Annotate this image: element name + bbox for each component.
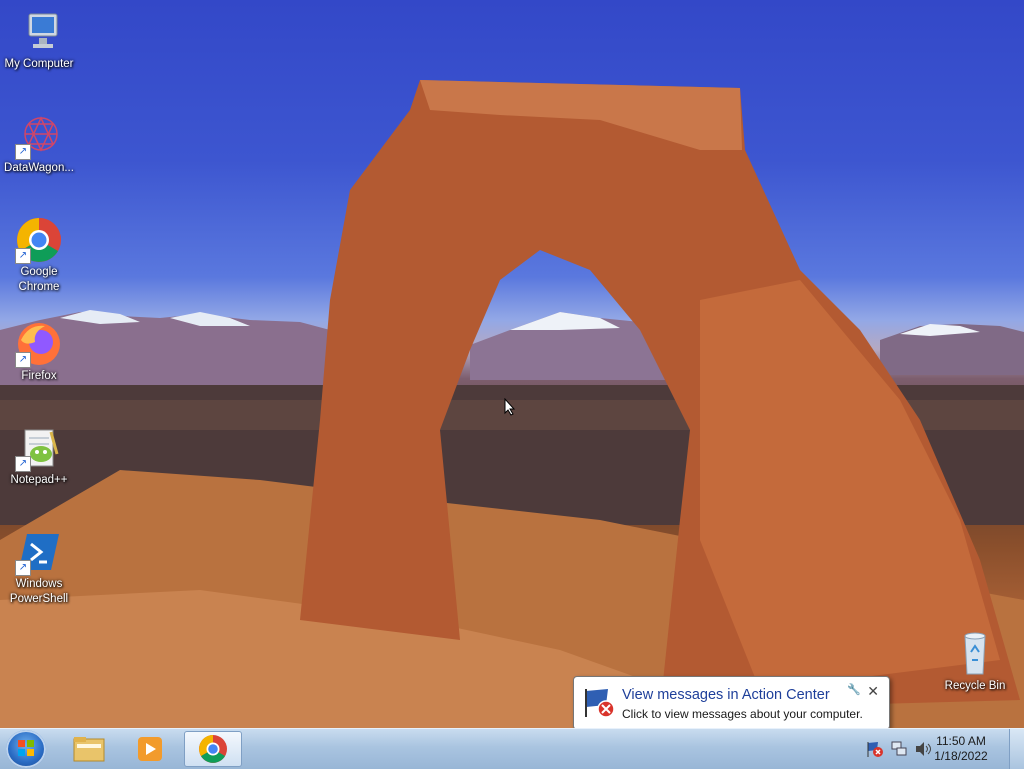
folder-icon xyxy=(73,737,105,762)
show-desktop-button[interactable] xyxy=(1009,729,1024,769)
desktop-icon-label: Notepad++ xyxy=(10,474,68,486)
desktop-icon-label: DataWagon... xyxy=(4,162,74,174)
desktop-icon-label: Recycle Bin xyxy=(944,680,1006,692)
powershell-icon: ↗ xyxy=(15,528,63,576)
close-icon[interactable]: ✕ xyxy=(867,683,879,700)
notification-title[interactable]: View messages in Action Center xyxy=(622,687,830,703)
desktop-icon-label: My Computer xyxy=(4,58,74,70)
mouse-cursor-icon xyxy=(504,398,516,416)
action-center-flag-icon[interactable] xyxy=(866,740,884,758)
chrome-icon xyxy=(199,735,227,763)
desktop-icon-datawagon[interactable]: ↗ DataWagon... xyxy=(0,112,78,176)
shortcut-arrow-icon: ↗ xyxy=(15,352,31,368)
taskbar: 11:50 AM 1/18/2022 xyxy=(0,728,1024,769)
taskbar-app-file-explorer[interactable] xyxy=(62,731,116,767)
desktop-icon-google-chrome[interactable]: ↗ Google Chrome xyxy=(0,216,78,295)
options-icon[interactable]: 🔧 xyxy=(847,683,861,696)
recycle-bin-icon xyxy=(951,630,999,678)
taskbar-app-google-chrome[interactable] xyxy=(184,731,242,767)
notepad-icon: ↗ xyxy=(15,424,63,472)
desktop-icon-my-computer[interactable]: My Computer xyxy=(0,8,78,72)
desktop-icon-label: Firefox xyxy=(21,370,57,382)
chrome-icon: ↗ xyxy=(15,216,63,264)
shortcut-arrow-icon: ↗ xyxy=(15,560,31,576)
computer-icon xyxy=(15,8,63,56)
desktop-icon-firefox[interactable]: ↗ Firefox xyxy=(0,320,78,384)
network-icon[interactable] xyxy=(890,740,908,758)
wallpaper xyxy=(0,80,1024,728)
windows-logo-icon xyxy=(18,740,34,756)
media-player-icon xyxy=(138,737,162,761)
datawagon-icon: ↗ xyxy=(15,112,63,160)
notification-balloon[interactable]: View messages in Action Center Click to … xyxy=(573,676,890,739)
desktop-icon-label: Google Chrome xyxy=(18,266,60,293)
start-button[interactable] xyxy=(6,730,46,768)
clock-time: 11:50 AM xyxy=(936,734,986,748)
clock-date: 1/18/2022 xyxy=(934,749,988,763)
taskbar-clock[interactable]: 11:50 AM 1/18/2022 xyxy=(926,734,996,764)
firefox-icon: ↗ xyxy=(15,320,63,368)
shortcut-arrow-icon: ↗ xyxy=(15,144,31,160)
desktop-icon-recycle-bin[interactable]: Recycle Bin xyxy=(936,630,1014,694)
desktop: My Computer ↗ DataWagon... ↗ Google Chro… xyxy=(0,0,1024,728)
desktop-icon-windows-powershell[interactable]: ↗ Windows PowerShell xyxy=(0,528,78,607)
taskbar-app-media-player[interactable] xyxy=(122,731,176,767)
shortcut-arrow-icon: ↗ xyxy=(15,456,31,472)
desktop-icon-label: Windows PowerShell xyxy=(9,578,69,605)
action-center-flag-icon xyxy=(585,689,615,718)
shortcut-arrow-icon: ↗ xyxy=(15,248,31,264)
desktop-icon-notepad-plus-plus[interactable]: ↗ Notepad++ xyxy=(0,424,78,488)
notification-body: Click to view messages about your comput… xyxy=(622,707,863,721)
